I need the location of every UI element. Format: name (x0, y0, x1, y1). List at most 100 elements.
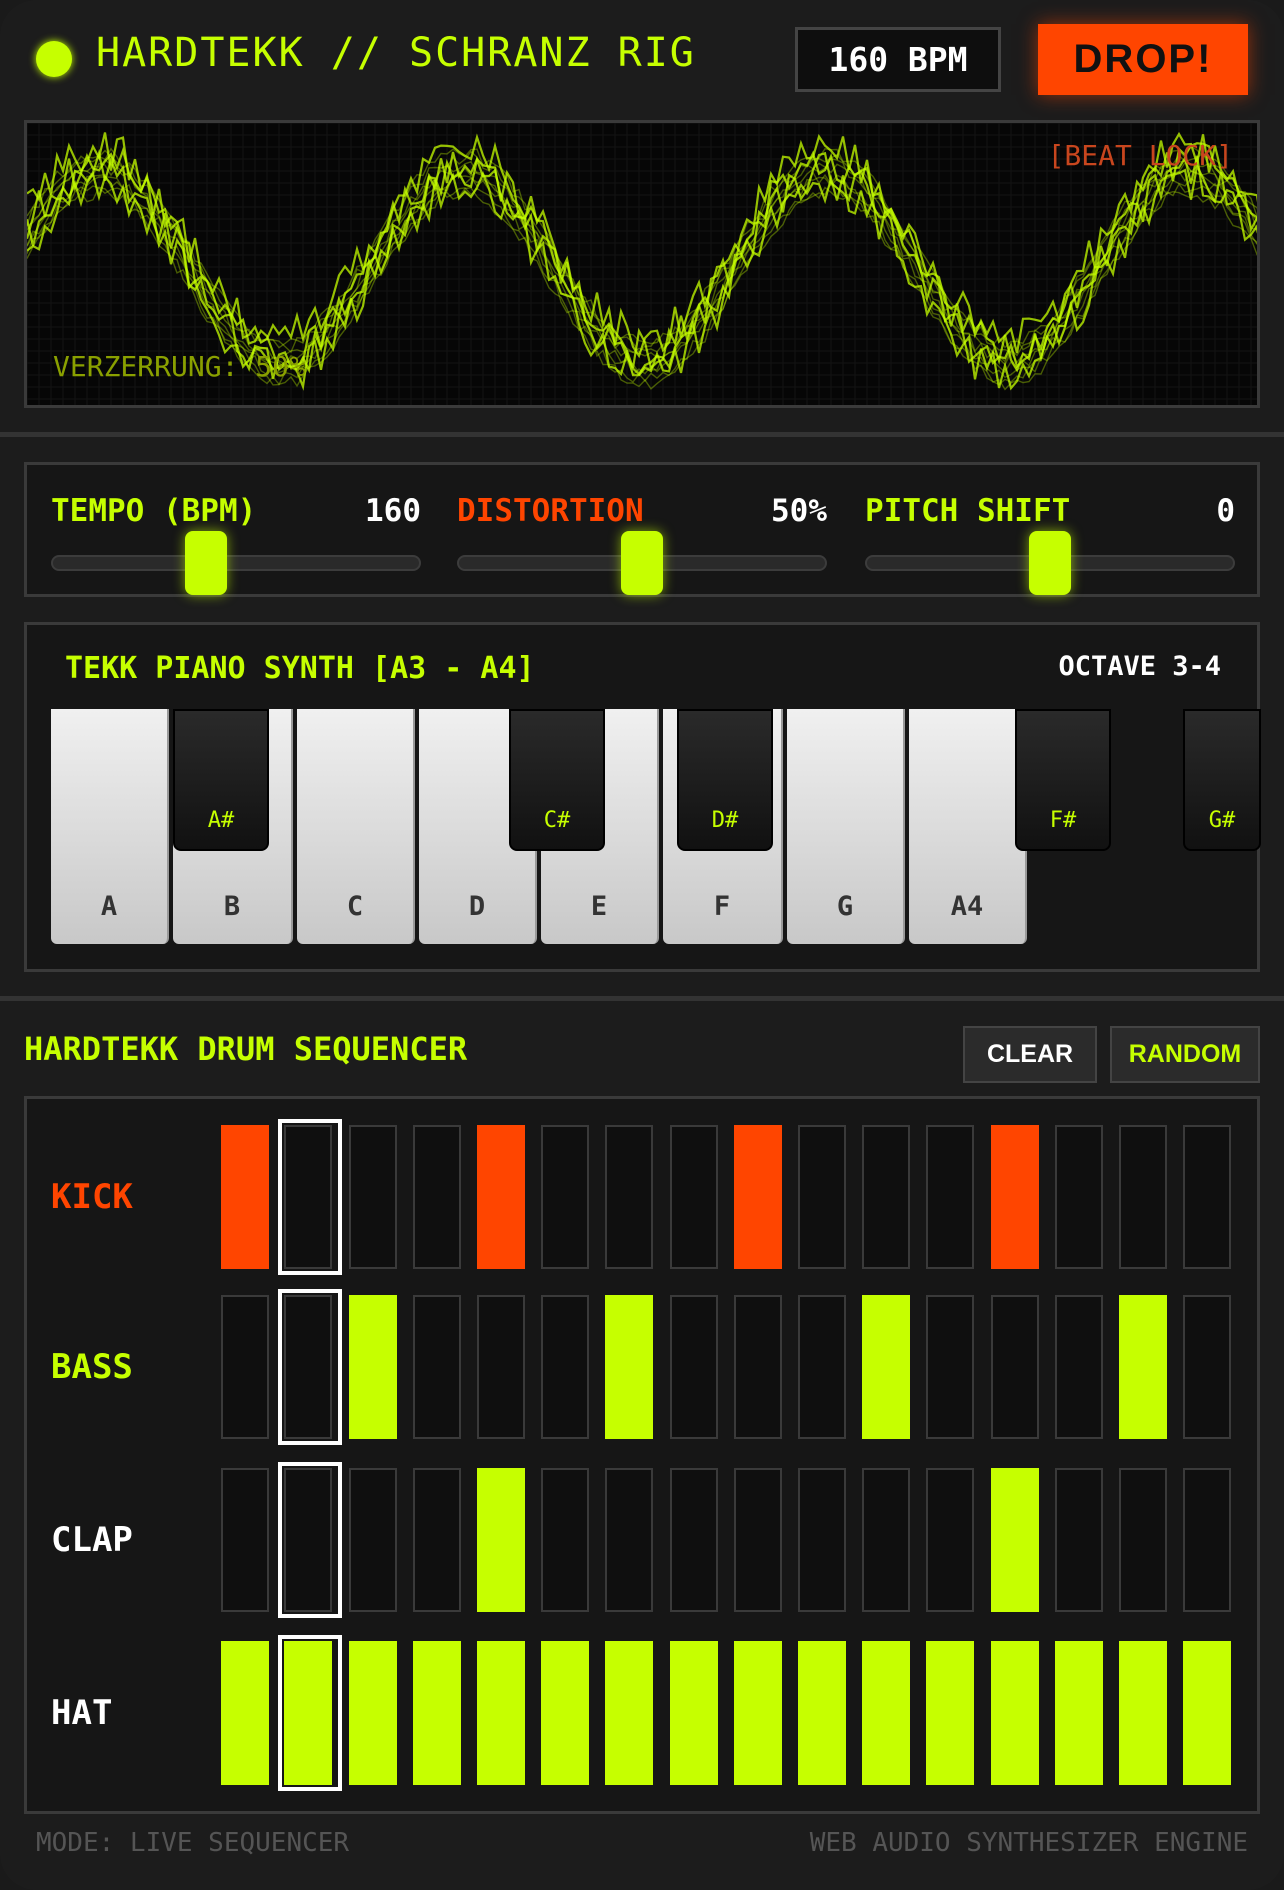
step-kick-13[interactable] (991, 1125, 1039, 1269)
distortion-slider-group: DISTORTION 50% (457, 465, 827, 595)
synth-app: HARDTEKK // SCHRANZ RIG 160 BPM DROP! [B… (0, 0, 1284, 1890)
header: HARDTEKK // SCHRANZ RIG 160 BPM DROP! (0, 0, 1284, 110)
step-hat-4[interactable] (413, 1641, 461, 1785)
engine-status: WEB AUDIO SYNTHESIZER ENGINE (809, 1828, 1248, 1858)
bpm-display: 160 BPM (795, 27, 1001, 92)
step-clap-7[interactable] (605, 1468, 653, 1612)
step-bass-1[interactable] (221, 1295, 269, 1439)
piano-key-c[interactable]: C (297, 709, 415, 944)
step-bass-15[interactable] (1119, 1295, 1167, 1439)
step-bass-13[interactable] (991, 1295, 1039, 1439)
playhead-marker (278, 1462, 342, 1618)
step-clap-11[interactable] (862, 1468, 910, 1612)
step-hat-15[interactable] (1119, 1641, 1167, 1785)
step-hat-6[interactable] (541, 1641, 589, 1785)
piano-key-label: D (468, 891, 486, 922)
drop-button[interactable]: DROP! (1038, 24, 1248, 95)
step-kick-6[interactable] (541, 1125, 589, 1269)
step-bass-4[interactable] (413, 1295, 461, 1439)
step-clap-8[interactable] (670, 1468, 718, 1612)
step-kick-3[interactable] (349, 1125, 397, 1269)
piano-key-c-sharp[interactable]: C# (509, 709, 605, 851)
step-bass-8[interactable] (670, 1295, 718, 1439)
step-hat-10[interactable] (798, 1641, 846, 1785)
step-clap-10[interactable] (798, 1468, 846, 1612)
step-hat-7[interactable] (605, 1641, 653, 1785)
step-bass-16[interactable] (1183, 1295, 1231, 1439)
step-hat-16[interactable] (1183, 1641, 1231, 1785)
step-bass-10[interactable] (798, 1295, 846, 1439)
piano-key-label: C (346, 891, 364, 922)
mode-status: MODE: LIVE SEQUENCER (36, 1828, 350, 1858)
step-hat-8[interactable] (670, 1641, 718, 1785)
step-clap-9[interactable] (734, 1468, 782, 1612)
step-kick-7[interactable] (605, 1125, 653, 1269)
step-kick-12[interactable] (926, 1125, 974, 1269)
piano-key-label: A# (207, 808, 235, 833)
step-bass-5[interactable] (477, 1295, 525, 1439)
step-kick-8[interactable] (670, 1125, 718, 1269)
octave-label: OCTAVE 3-4 (1058, 651, 1221, 682)
track-label-bass: BASS (51, 1347, 133, 1387)
step-bass-6[interactable] (541, 1295, 589, 1439)
distortion-label: DISTORTION (457, 493, 644, 529)
piano-key-a[interactable]: A (51, 709, 169, 944)
step-kick-16[interactable] (1183, 1125, 1231, 1269)
piano-key-a-sharp[interactable]: A# (173, 709, 269, 851)
step-bass-14[interactable] (1055, 1295, 1103, 1439)
step-clap-5[interactable] (477, 1468, 525, 1612)
step-clap-6[interactable] (541, 1468, 589, 1612)
piano-key-f-sharp[interactable]: F# (1015, 709, 1111, 851)
step-kick-9[interactable] (734, 1125, 782, 1269)
step-bass-11[interactable] (862, 1295, 910, 1439)
piano-key-label: F (713, 891, 731, 922)
step-hat-1[interactable] (221, 1641, 269, 1785)
random-button[interactable]: RANDOM (1110, 1026, 1260, 1083)
step-clap-1[interactable] (221, 1468, 269, 1612)
step-hat-3[interactable] (349, 1641, 397, 1785)
step-kick-1[interactable] (221, 1125, 269, 1269)
step-hat-11[interactable] (862, 1641, 910, 1785)
pitch-slider-group: PITCH SHIFT 0 (865, 465, 1235, 595)
step-clap-16[interactable] (1183, 1468, 1231, 1612)
step-bass-9[interactable] (734, 1295, 782, 1439)
step-clap-4[interactable] (413, 1468, 461, 1612)
step-hat-9[interactable] (734, 1641, 782, 1785)
divider (0, 996, 1284, 1001)
playhead-marker (278, 1635, 342, 1791)
step-clap-14[interactable] (1055, 1468, 1103, 1612)
tempo-slider-thumb[interactable] (185, 531, 228, 595)
piano-key-d-sharp[interactable]: D# (677, 709, 773, 851)
step-hat-12[interactable] (926, 1641, 974, 1785)
pitch-slider-thumb[interactable] (1029, 531, 1071, 595)
step-bass-12[interactable] (926, 1295, 974, 1439)
step-kick-5[interactable] (477, 1125, 525, 1269)
step-clap-12[interactable] (926, 1468, 974, 1612)
step-kick-10[interactable] (798, 1125, 846, 1269)
tempo-slider-track[interactable] (51, 555, 421, 571)
tempo-value: 160 (365, 493, 421, 529)
divider (0, 432, 1284, 437)
step-bass-7[interactable] (605, 1295, 653, 1439)
step-clap-15[interactable] (1119, 1468, 1167, 1612)
step-clap-3[interactable] (349, 1468, 397, 1612)
step-hat-13[interactable] (991, 1641, 1039, 1785)
step-kick-15[interactable] (1119, 1125, 1167, 1269)
distortion-slider-thumb[interactable] (621, 531, 663, 595)
piano-key-g[interactable]: G (787, 709, 905, 944)
step-clap-13[interactable] (991, 1468, 1039, 1612)
step-kick-4[interactable] (413, 1125, 461, 1269)
oscilloscope: [BEAT LOCK] VERZERRUNG: 50% (24, 120, 1260, 408)
step-bass-3[interactable] (349, 1295, 397, 1439)
power-led-icon (36, 41, 72, 77)
step-kick-11[interactable] (862, 1125, 910, 1269)
clear-button[interactable]: CLEAR (963, 1026, 1097, 1083)
track-label-kick: KICK (51, 1177, 133, 1217)
piano-key-g-sharp[interactable]: G# (1183, 709, 1261, 851)
step-hat-5[interactable] (477, 1641, 525, 1785)
piano-key-a4[interactable]: A4 (909, 709, 1027, 944)
pitch-label: PITCH SHIFT (865, 493, 1071, 529)
piano-title: TEKK PIANO SYNTH [A3 - A4] (65, 651, 535, 686)
step-kick-14[interactable] (1055, 1125, 1103, 1269)
step-hat-14[interactable] (1055, 1641, 1103, 1785)
